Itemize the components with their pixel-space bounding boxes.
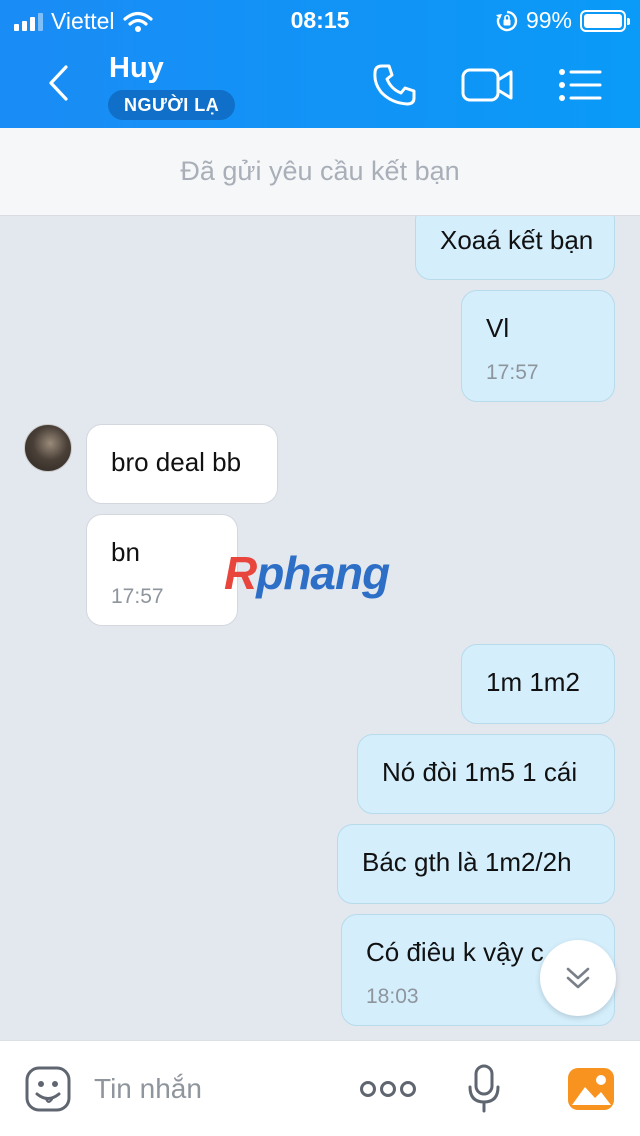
video-call-icon — [461, 68, 513, 102]
battery-percent: 99% — [525, 7, 572, 33]
double-chevron-down-icon — [566, 967, 590, 989]
contact-avatar[interactable] — [24, 424, 72, 472]
more-options-button[interactable] — [360, 1075, 416, 1103]
menu-list-icon — [559, 69, 602, 101]
emoji-button[interactable] — [24, 1065, 72, 1113]
message-text: Nó đòi 1m5 1 cái — [382, 757, 578, 787]
message-time: 18:03 — [366, 985, 419, 1008]
contact-name[interactable]: Huy — [109, 52, 164, 85]
message-text: Có điêu k vậy c — [366, 937, 544, 967]
back-button[interactable] — [38, 60, 78, 106]
message-text: Vl — [486, 313, 510, 343]
message-input-bar — [0, 1040, 640, 1136]
status-bar: Viettel 08:15 99% — [0, 0, 640, 40]
stranger-badge: NGƯỜI LẠ — [108, 90, 236, 120]
status-right: 99% — [495, 7, 630, 34]
message-time: 17:57 — [486, 361, 539, 384]
message-text: 1m 1m2 — [486, 667, 580, 697]
chat-header: Viettel 08:15 99% Huy NGƯỜI LẠ — [0, 0, 640, 128]
watermark-logo: Rphang — [224, 546, 390, 600]
options-menu-button[interactable] — [556, 64, 604, 106]
watermark-rest: phang — [256, 547, 390, 599]
photo-icon — [568, 1068, 614, 1110]
message-bubble[interactable]: 1m 1m2 — [461, 644, 615, 724]
message-text: Xoaá kết bạn — [440, 225, 594, 255]
phone-icon — [373, 64, 416, 106]
message-text: Bác gth là 1m2/2h — [362, 847, 572, 877]
emoji-icon — [25, 1066, 71, 1112]
message-input[interactable] — [94, 1067, 334, 1111]
watermark-first: R — [224, 547, 257, 599]
message-text: bro deal bb — [111, 447, 242, 477]
message-text: bn — [111, 537, 140, 567]
back-icon — [49, 65, 68, 101]
message-bubble[interactable]: Vl 17:57 — [461, 290, 615, 402]
voice-call-button[interactable] — [370, 62, 418, 108]
friend-request-text: Đã gửi yêu cầu kết bạn — [180, 156, 460, 186]
message-bubble[interactable]: Nó đòi 1m5 1 cái — [357, 734, 615, 814]
message-time: 17:57 — [111, 585, 164, 608]
nav-bar: Huy NGƯỜI LẠ — [0, 44, 640, 128]
battery-fill — [584, 13, 622, 28]
send-photo-button[interactable] — [566, 1065, 616, 1113]
voice-message-button[interactable] — [466, 1063, 502, 1115]
microphone-icon — [468, 1064, 500, 1113]
friend-request-banner: Đã gửi yêu cầu kết bạn — [0, 128, 640, 216]
message-bubble[interactable]: Xoaá kết bạn — [415, 216, 615, 280]
message-list[interactable]: Xoaá kết bạn Vl 17:57 bro deal bb bn 17:… — [0, 216, 640, 1040]
message-bubble[interactable]: bn 17:57 — [86, 514, 238, 626]
video-call-button[interactable] — [460, 64, 514, 106]
message-bubble[interactable]: Bác gth là 1m2/2h — [337, 824, 615, 904]
message-bubble[interactable]: bro deal bb — [86, 424, 278, 504]
more-dots-icon — [360, 1081, 416, 1097]
scroll-to-bottom-button[interactable] — [540, 940, 616, 1016]
rotation-lock-icon — [495, 10, 518, 31]
battery-icon — [580, 9, 630, 32]
